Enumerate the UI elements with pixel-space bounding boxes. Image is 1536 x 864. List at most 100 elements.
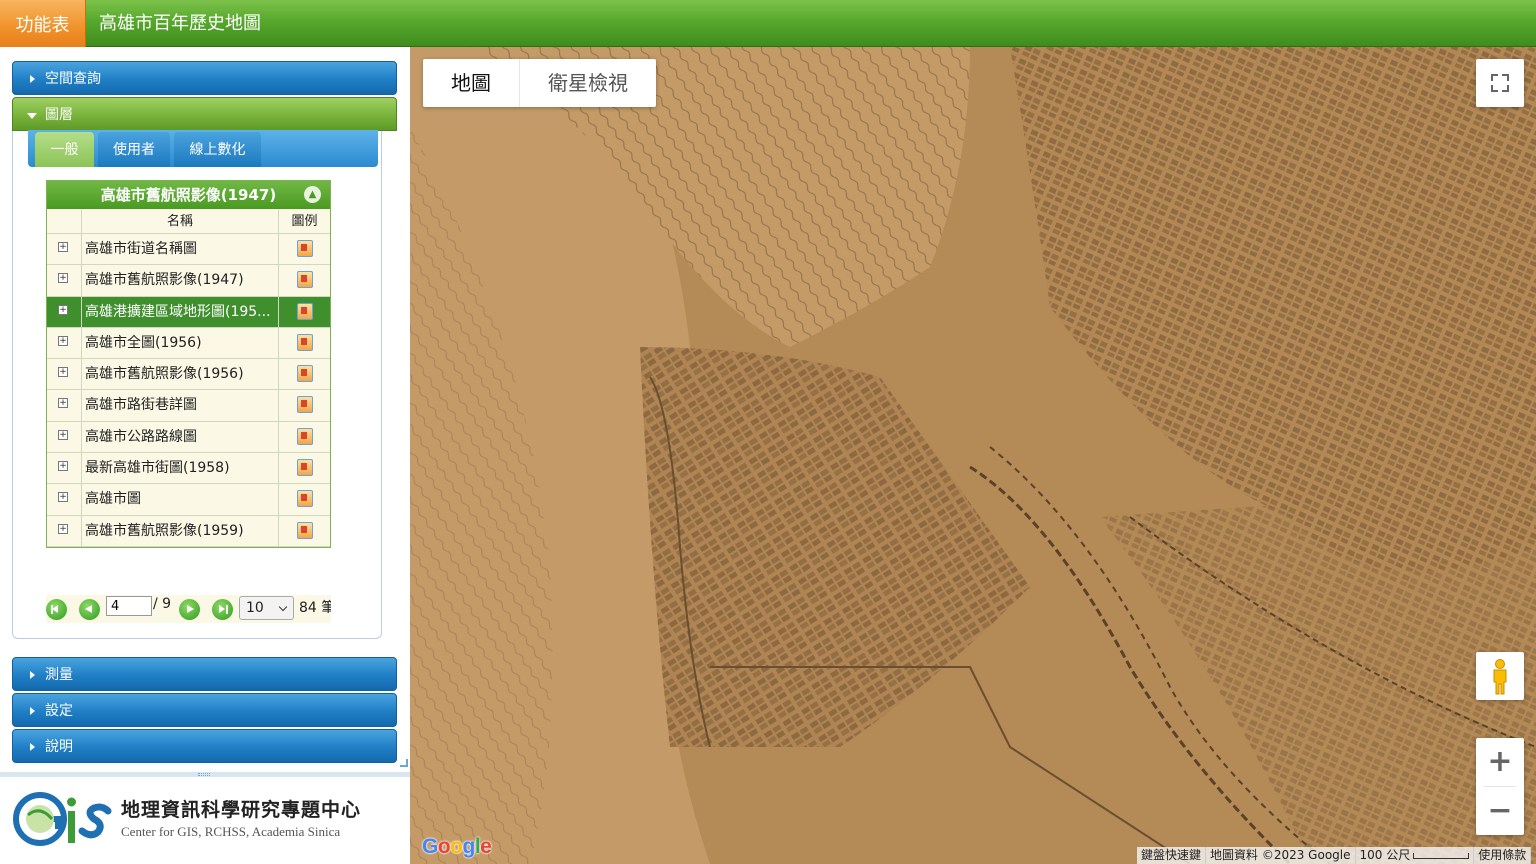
chevron-right-icon [30,707,35,715]
legend-icon[interactable] [297,490,313,508]
layer-name[interactable]: 高雄市路街巷詳圖 [82,390,279,421]
plus-square-icon[interactable]: + [58,335,68,346]
page-size-select[interactable]: 10 [239,596,294,620]
map-type-map-button[interactable]: 地圖 [423,59,520,107]
accordion-label: 測量 [45,667,73,683]
layer-name[interactable]: 高雄市全圖(1956) [82,327,279,359]
plus-square-icon[interactable]: + [58,273,68,284]
tab-user[interactable]: 使用者 [98,132,170,167]
accordion-spatial-query[interactable]: 空間查詢 [12,61,397,95]
prev-page-icon[interactable] [79,599,100,620]
org-logo: 地理資訊科學研究專題中心 Center for GIS, RCHSS, Acad… [0,777,410,864]
legend-icon[interactable] [297,396,313,414]
legend-icon[interactable] [297,521,313,539]
chevron-right-icon [30,75,35,83]
layer-name[interactable]: 高雄市舊航照影像(1956) [82,359,279,390]
app-title: 高雄市百年歷史地圖 [99,13,261,34]
legend-icon[interactable] [297,427,313,445]
record-count: 84 筆 [299,600,331,616]
chevron-right-icon [30,671,35,679]
plus-square-icon[interactable]: + [58,492,68,503]
fullscreen-icon [1491,85,1498,92]
legend-cell [279,265,330,295]
table-row[interactable]: + 高雄市路街巷詳圖 [47,390,330,422]
table-row[interactable]: + 高雄市公路路線圖 [47,421,330,454]
plus-square-icon[interactable]: + [58,304,68,315]
table-row[interactable]: + 高雄市舊航照影像(1959) [47,515,330,547]
last-page-icon[interactable] [212,599,233,620]
fullscreen-icon [1502,85,1509,92]
chevron-down-icon [278,602,288,612]
menu-button[interactable]: 功能表 [0,0,86,47]
table-row[interactable]: + 最新高雄市街圖(1958) [47,453,330,485]
first-page-icon[interactable] [46,599,67,620]
keyboard-shortcuts-link[interactable]: 鍵盤快速鍵 [1137,847,1207,864]
page-number-input[interactable] [106,596,152,616]
table-row[interactable]: + 高雄市全圖(1956) [47,327,330,360]
legend-cell [279,234,330,264]
layer-name[interactable]: 高雄市街道名稱圖 [82,234,279,265]
fullscreen-button[interactable] [1476,59,1524,107]
legend-icon[interactable] [297,302,313,320]
table-row[interactable]: + 高雄市舊航照影像(1947) [47,265,330,297]
collapse-up-icon[interactable]: ▲ [304,186,321,203]
resize-handle[interactable] [400,759,408,767]
grid-body: + 高雄市街道名稱圖 + 高雄市舊航照影像(1947) + 高雄港擴建區域地形圖(195.… [47,234,330,547]
plus-square-icon[interactable]: + [58,398,68,409]
legend-cell [279,516,330,546]
row-expand-cell: + [47,327,82,359]
layer-name[interactable]: 高雄市舊航照影像(1959) [82,515,279,546]
map-attribution: 鍵盤快速鍵 地圖資料 ©2023 Google 100 公尺 使用條款 [1137,847,1532,864]
legend-icon[interactable] [297,333,313,351]
table-row[interactable]: + 高雄市圖 [47,484,330,516]
chevron-down-icon [27,113,37,119]
grid-header-legend[interactable]: 圖例 [279,209,330,233]
legend-icon[interactable] [297,459,313,477]
accordion-layers[interactable]: 圖層 [12,97,397,131]
map-data-attribution: 地圖資料 ©2023 Google [1206,847,1356,864]
historic-map[interactable]: 地圖 衛星檢視 + − Google 鍵盤快速鍵 地圖資料 ©2023 Goog… [410,47,1536,864]
org-name: 地理資訊科學研究專題中心 [121,799,362,821]
accordion-help[interactable]: 說明 [12,729,397,763]
table-row[interactable]: + 高雄市舊航照影像(1956) [47,359,330,391]
layer-name[interactable]: 高雄港擴建區域地形圖(195... [82,296,279,327]
table-row[interactable]: + 高雄港擴建區域地形圖(195... [47,296,330,328]
plus-square-icon[interactable]: + [58,429,68,440]
row-expand-cell: + [47,265,82,296]
layer-name[interactable]: 高雄市舊航照影像(1947) [82,265,279,296]
plus-square-icon[interactable]: + [58,461,68,472]
legend-icon[interactable] [297,240,313,257]
next-page-icon[interactable] [179,599,200,620]
plus-square-icon[interactable]: + [58,523,68,534]
tab-general[interactable]: 一般 [35,132,94,167]
plus-square-icon[interactable]: + [58,367,68,378]
tab-online-digitize[interactable]: 線上數化 [174,132,261,167]
fullscreen-icon [1491,74,1498,81]
scale-label: 100 公尺 [1359,848,1411,862]
terms-link[interactable]: 使用條款 [1474,847,1532,864]
gis-logo-icon [13,792,112,846]
layer-name[interactable]: 高雄市圖 [82,484,279,515]
map-type-satellite-button[interactable]: 衛星檢視 [520,59,656,107]
zoom-out-button[interactable]: − [1476,787,1524,835]
layer-name[interactable]: 高雄市公路路線圖 [82,421,279,453]
legend-icon[interactable] [297,365,313,383]
row-expand-cell: + [47,359,82,390]
grid-header-name[interactable]: 名稱 [82,209,279,233]
plus-square-icon[interactable]: + [58,242,68,252]
row-expand-cell: + [47,515,82,546]
street-view-pegman-button[interactable] [1476,652,1524,700]
layer-name[interactable]: 最新高雄市街圖(1958) [82,453,279,484]
accordion-measure[interactable]: 測量 [12,657,397,691]
zoom-in-button[interactable]: + [1476,738,1524,786]
accordion-settings[interactable]: 設定 [12,693,397,727]
row-expand-cell: + [47,296,82,327]
google-logo[interactable]: Google [422,835,492,859]
map-type-control: 地圖 衛星檢視 [423,59,656,107]
pegman-icon [1493,659,1507,695]
layer-grid: 高雄市舊航照影像(1947) ▲ 名稱 圖例 + 高雄市街道名稱圖 + 高雄市舊航照影… [46,180,331,548]
scale-bar[interactable]: 100 公尺 [1356,847,1475,864]
legend-icon[interactable] [297,271,313,289]
legend-cell [279,297,330,327]
table-row[interactable]: + 高雄市街道名稱圖 [47,234,330,266]
